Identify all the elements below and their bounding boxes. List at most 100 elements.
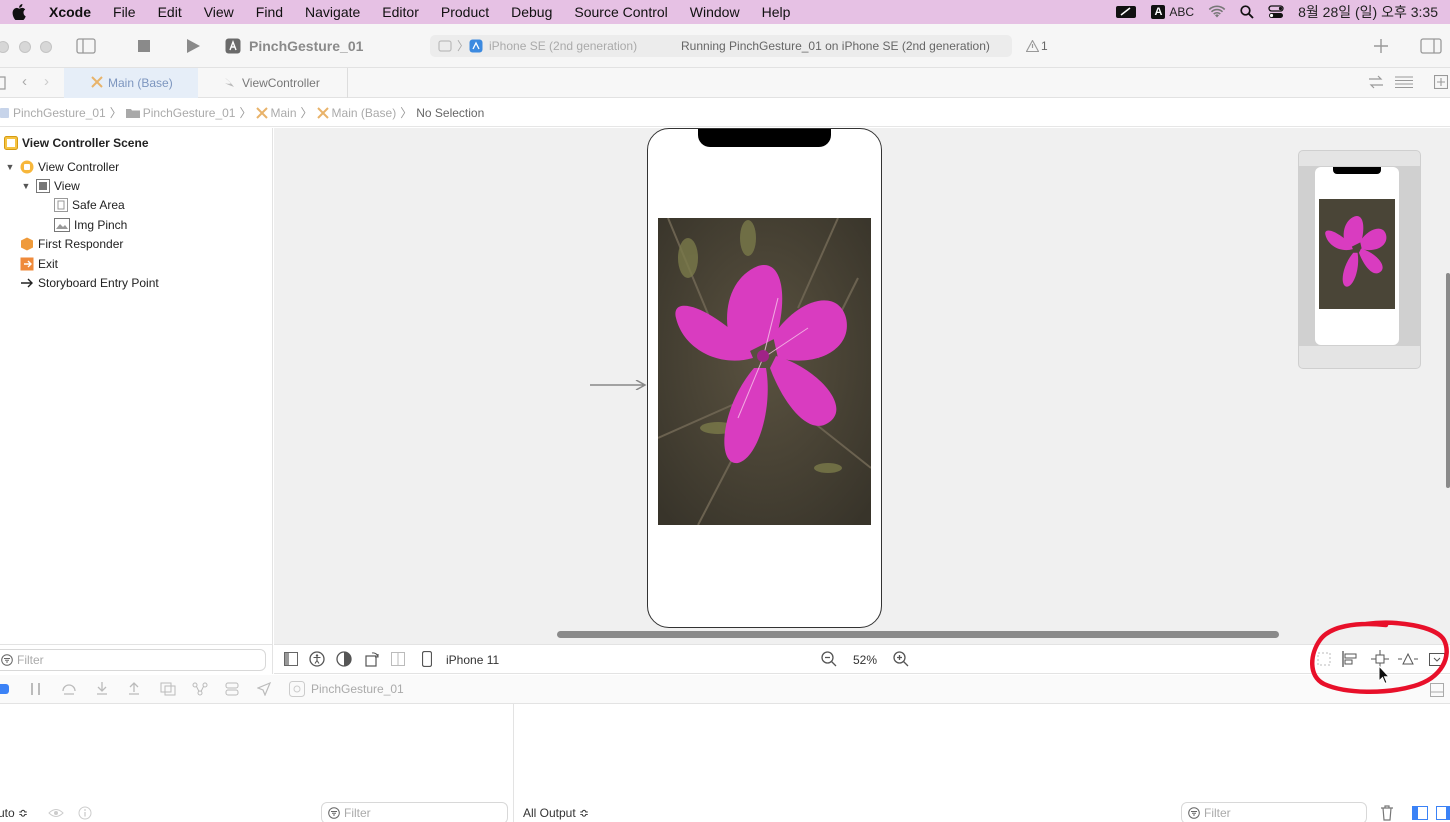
console-filter-field[interactable]: Filter: [1181, 802, 1367, 822]
tab-main-base[interactable]: Main (Base): [64, 68, 198, 98]
step-out-icon[interactable]: [127, 682, 141, 696]
scene-icon: [4, 135, 18, 150]
outline-item-view[interactable]: ▼ View: [20, 176, 80, 195]
split-editor-icon[interactable]: [1368, 75, 1384, 89]
control-center-icon[interactable]: [1268, 5, 1284, 19]
run-icon[interactable]: [186, 39, 200, 53]
trash-icon[interactable]: [1380, 805, 1394, 821]
library-plus-icon[interactable]: [1373, 38, 1389, 54]
minimize-window-button[interactable]: [19, 41, 31, 53]
activity-status: Running PinchGesture_01 on iPhone SE (2n…: [681, 39, 990, 53]
outline-item-storyboard-entry-point[interactable]: Storyboard Entry Point: [20, 273, 159, 292]
stop-icon[interactable]: [138, 40, 150, 52]
vertical-scrollbar[interactable]: [1446, 273, 1450, 488]
zoom-window-button[interactable]: [40, 41, 52, 53]
outline-filter-field[interactable]: Filter: [0, 649, 266, 671]
input-source[interactable]: A ABC: [1151, 5, 1194, 19]
view-hierarchy-icon[interactable]: [160, 682, 176, 696]
menu-file[interactable]: File: [102, 4, 147, 20]
horizontal-scrollbar[interactable]: [557, 631, 1279, 638]
menu-app-xcode[interactable]: Xcode: [38, 4, 102, 20]
debug-target[interactable]: PinchGesture_01: [311, 682, 404, 696]
spotlight-search-icon[interactable]: [1240, 5, 1254, 19]
storyboard-canvas[interactable]: [274, 128, 1450, 644]
forward-icon[interactable]: ›: [44, 73, 49, 90]
menu-source-control[interactable]: Source Control: [563, 4, 678, 20]
outline-item-safe-area[interactable]: Safe Area: [54, 195, 125, 214]
outline-item-exit[interactable]: Exit: [20, 254, 58, 273]
menu-editor[interactable]: Editor: [371, 4, 430, 20]
pen-tablet-icon[interactable]: [1115, 4, 1137, 20]
menu-help[interactable]: Help: [751, 4, 802, 20]
input-source-badge: A: [1151, 5, 1166, 19]
filter-icon: [328, 807, 340, 819]
menu-edit[interactable]: Edit: [147, 4, 193, 20]
appearance-icon[interactable]: [336, 651, 352, 667]
menu-navigate[interactable]: Navigate: [294, 4, 371, 20]
debug-bar: PinchGesture_01: [0, 675, 1450, 704]
step-into-icon[interactable]: [95, 682, 109, 696]
storyboard-icon: [316, 106, 329, 119]
debug-area-toggle[interactable]: [0, 684, 9, 694]
menu-find[interactable]: Find: [245, 4, 294, 20]
back-icon[interactable]: ‹: [22, 73, 27, 90]
close-window-button[interactable]: [0, 41, 9, 53]
warning-count[interactable]: 1: [1041, 39, 1048, 53]
activity-view[interactable]: 〉 iPhone SE (2nd generation) Running Pin…: [430, 35, 1012, 57]
device-icon[interactable]: [422, 651, 432, 667]
zoom-out-icon[interactable]: [821, 651, 837, 667]
warning-icon[interactable]: [1026, 40, 1039, 52]
console-view[interactable]: All Output ≎ Filter: [515, 704, 1450, 822]
navigator-toggle-icon[interactable]: [76, 38, 96, 54]
variables-view[interactable]: uto ≎ Filter: [0, 704, 514, 822]
eye-icon[interactable]: [48, 807, 64, 819]
breadcrumb-group[interactable]: PinchGesture_01: [125, 106, 235, 120]
zoom-level[interactable]: 52%: [853, 653, 877, 667]
breadcrumb-storyboard-base[interactable]: Main (Base): [316, 106, 396, 120]
img-pinch-image-view[interactable]: [658, 218, 871, 525]
auto-scope-select[interactable]: uto ≎: [0, 806, 28, 820]
outline-scene[interactable]: View Controller Scene: [4, 133, 149, 152]
variables-filter-field[interactable]: Filter: [321, 802, 508, 822]
info-icon[interactable]: [78, 806, 92, 820]
output-select[interactable]: All Output ≎: [523, 806, 589, 820]
apple-icon[interactable]: [0, 4, 38, 20]
outline-toggle-icon[interactable]: [284, 652, 298, 666]
outline-item-first-responder[interactable]: First Responder: [20, 234, 123, 253]
add-editor-icon[interactable]: [1434, 75, 1448, 89]
show-variables-icon[interactable]: [1412, 806, 1428, 820]
view-controller-scene[interactable]: [647, 128, 882, 628]
breadcrumb-storyboard[interactable]: Main: [255, 106, 297, 120]
editor-options-icon[interactable]: [1395, 76, 1413, 88]
scheme-icon[interactable]: [438, 39, 452, 53]
outline-item-view-controller[interactable]: ▼ View Controller: [4, 157, 120, 176]
breadcrumb-project[interactable]: PinchGesture_01: [0, 106, 106, 120]
wifi-icon[interactable]: [1208, 5, 1226, 19]
accessibility-icon[interactable]: [309, 651, 325, 667]
tab-viewcontroller[interactable]: ViewController: [198, 68, 348, 98]
inspector-toggle-icon[interactable]: [1420, 38, 1442, 54]
menu-window[interactable]: Window: [679, 4, 751, 20]
device-label[interactable]: iPhone 11: [446, 653, 499, 667]
menu-product[interactable]: Product: [430, 4, 500, 20]
zoom-in-icon[interactable]: [893, 651, 909, 667]
related-items-icon[interactable]: [0, 76, 6, 90]
disclosure-open-icon[interactable]: ▼: [20, 181, 32, 191]
menu-debug[interactable]: Debug: [500, 4, 563, 20]
pause-icon[interactable]: [30, 682, 42, 696]
disclosure-open-icon[interactable]: ▼: [4, 162, 16, 172]
simulate-location-icon[interactable]: [257, 682, 271, 696]
size-class-icon[interactable]: [391, 652, 405, 666]
step-over-icon[interactable]: [62, 682, 76, 696]
menu-view[interactable]: View: [193, 4, 245, 20]
environment-overrides-icon[interactable]: [225, 682, 239, 696]
memory-graph-icon[interactable]: [192, 682, 208, 696]
outline-item-img-pinch[interactable]: Img Pinch: [54, 215, 127, 234]
breadcrumb-selection[interactable]: No Selection: [416, 106, 484, 120]
clock[interactable]: 8월 28일 (일) 오후 3:35: [1298, 2, 1438, 22]
orientation-icon[interactable]: [364, 651, 380, 667]
entry-point-arrow-icon[interactable]: [590, 380, 648, 390]
canvas-minimap[interactable]: [1298, 150, 1421, 369]
scheme-device[interactable]: iPhone SE (2nd generation): [489, 39, 637, 53]
show-console-icon[interactable]: [1436, 806, 1450, 820]
